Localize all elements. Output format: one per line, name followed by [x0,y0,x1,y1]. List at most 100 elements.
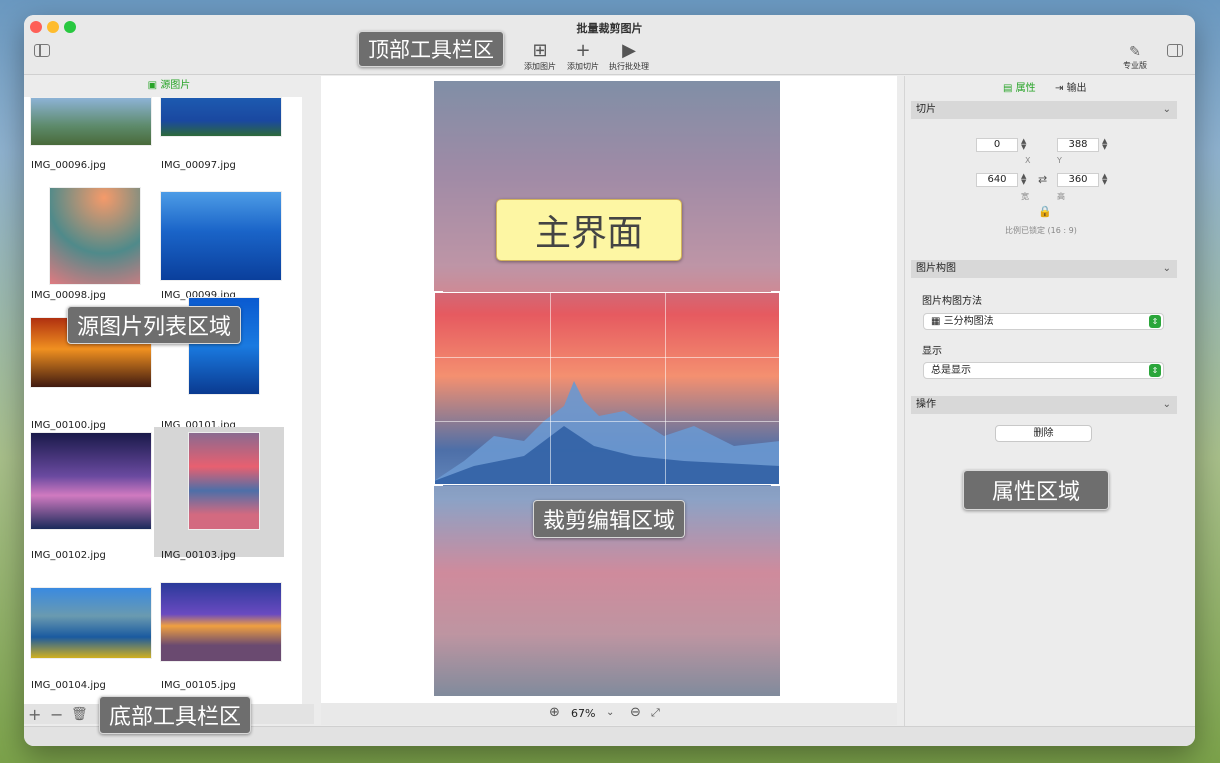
file-name: IMG_00105.jpg [161,680,236,691]
grid-icon: ▦ [931,316,944,327]
chevron-down-icon[interactable]: ⌄ [606,707,614,718]
pen-icon: ✎ [1129,44,1141,60]
chevron-down-icon: ⌄ [1162,263,1171,274]
width-label: 宽 [1021,192,1029,201]
window-title: 批量裁剪图片 [576,22,643,35]
trash-icon[interactable]: 🗑 [71,707,88,722]
crop-handle-br[interactable] [771,476,781,486]
run-batch-label: 执行批处理 [609,62,649,71]
popup-arrows-icon: ⇕ [1149,315,1161,328]
export-icon: ⇥ [1055,83,1067,94]
thumbnail-image [30,432,152,530]
tab-source-images[interactable]: ▣ 源图片 [24,76,314,96]
add-slice-button[interactable]: + 添加切片 [567,41,599,72]
composition-method-select[interactable]: ▦ 三分构图法 ⇕ [923,313,1164,330]
play-icon: ▶ [622,40,636,61]
x-stepper[interactable]: ▲ ▼ [1021,138,1029,151]
list-item[interactable]: IMG_00102.jpg [24,427,154,561]
composition-method-value: 三分构图法 [943,316,994,327]
x-label: X [1025,156,1031,165]
annotation-properties: 属性区域 [963,470,1110,510]
zoom-in-icon[interactable]: ⊕ [549,705,560,720]
chevron-down-icon: ⌄ [1162,399,1171,410]
annotation-source-list: 源图片列表区域 [67,306,242,344]
popup-arrows-icon: ⇕ [1149,364,1161,377]
thumbnail-image [160,191,282,281]
thumbnail-image [30,587,152,659]
grid-line [435,421,779,422]
add-image-icon: ⊞ [532,40,548,61]
lock-icon[interactable]: 🔒 [1038,205,1052,218]
delete-button[interactable]: 删除 [995,425,1092,442]
tab-source-label: 源图片 [160,80,191,91]
list-item[interactable]: IMG_00096.jpg [24,97,154,171]
section-composition[interactable]: 图片构图 ⌄ [911,260,1177,278]
swap-icon[interactable]: ⇄ [1038,173,1047,186]
zoom-out-icon[interactable]: ⊖ [630,705,641,720]
tab-output-label: 输出 [1066,83,1087,94]
add-image-button[interactable]: ⊞ 添加图片 [524,41,556,72]
section-slice[interactable]: 切片 ⌄ [911,101,1177,119]
plus-icon: + [575,40,591,61]
fit-icon[interactable]: ⤢ [651,706,660,720]
x-field[interactable]: 0 [976,138,1018,152]
thumbnail-image [160,97,282,137]
zoom-level[interactable]: 67% [571,707,595,720]
y-label: Y [1057,156,1062,165]
pro-button[interactable]: ✎ 专业版 [1123,44,1147,71]
section-operations-title: 操作 [916,399,936,410]
crop-handle-bl[interactable] [433,476,443,486]
ratio-lock-label: 比例已锁定 (16 : 9) [1005,226,1077,235]
properties-icon: ▤ [1003,83,1016,94]
list-item[interactable]: IMG_00098.jpg [24,167,154,301]
tab-properties[interactable]: ▤ 属性 [1003,79,1036,94]
grid-line [435,357,779,358]
file-name: IMG_00104.jpg [31,680,106,691]
composition-method-label: 图片构图方法 [922,296,982,307]
zoom-bar: ⊕ 67% ⌄ ⊖ ⤢ [321,703,897,725]
properties-panel: ▤ 属性 ⇥ 输出 切片 ⌄ 0 ▲ ▼ 388 ▲ ▼ X Y 640 ▲ ▼ ⇄ 3… [904,76,1195,726]
show-value: 总是显示 [931,365,971,376]
source-panel: ▣ 源图片 IMG_00096.jpg IMG_00097.jpg IMG_00… [24,76,314,724]
list-item[interactable]: IMG_00099.jpg [154,167,284,301]
list-item-selected[interactable]: IMG_00103.jpg [154,427,284,561]
tab-properties-label: 属性 [1015,83,1036,94]
annotation-top-toolbar: 顶部工具栏区 [358,31,504,67]
images-icon: ▣ [147,80,161,91]
y-field[interactable]: 388 [1057,138,1099,152]
thumbnail-image [49,187,141,285]
app-window: 批量裁剪图片 ⊞ 添加图片 + 添加切片 ▶ 执行批处理 ✎ 专业版 ▣ 源图片 IMG… [24,15,1195,746]
show-select[interactable]: 总是显示 ⇕ [923,362,1164,379]
crop-rectangle[interactable] [433,291,781,486]
show-label: 显示 [922,346,942,357]
crop-handle-tr[interactable] [771,291,781,301]
section-composition-title: 图片构图 [916,263,956,274]
annotation-main-ui: 主界面 [496,199,683,261]
crop-editor[interactable] [321,76,897,703]
annotation-crop-area: 裁剪编辑区域 [533,500,686,538]
thumbnail-image [30,97,152,146]
height-field[interactable]: 360 [1057,173,1099,187]
height-label: 高 [1057,192,1065,201]
section-operations[interactable]: 操作 ⌄ [911,396,1177,414]
add-icon[interactable]: + [28,705,41,724]
chevron-down-icon: ⌄ [1162,104,1171,115]
tab-output[interactable]: ⇥ 输出 [1055,79,1087,94]
y-stepper[interactable]: ▲ ▼ [1102,138,1110,151]
width-field[interactable]: 640 [976,173,1018,187]
height-stepper[interactable]: ▲ ▼ [1102,173,1110,186]
list-item[interactable]: IMG_00105.jpg [154,557,284,691]
add-image-label: 添加图片 [524,62,556,71]
crop-handle-tl[interactable] [433,291,443,301]
thumbnail-grid[interactable]: IMG_00096.jpg IMG_00097.jpg IMG_00098.jp… [24,97,302,704]
list-item[interactable]: IMG_00097.jpg [154,97,284,171]
inspector-toggle-icon[interactable] [1167,44,1183,57]
list-item[interactable]: IMG_00104.jpg [24,557,154,691]
run-batch-button[interactable]: ▶ 执行批处理 [609,41,649,72]
grid-line [665,293,666,484]
minus-icon[interactable]: − [50,705,63,724]
section-slice-title: 切片 [916,104,936,115]
sidebar-toggle-icon[interactable] [34,44,50,57]
width-stepper[interactable]: ▲ ▼ [1021,173,1029,186]
grid-line [550,293,551,484]
